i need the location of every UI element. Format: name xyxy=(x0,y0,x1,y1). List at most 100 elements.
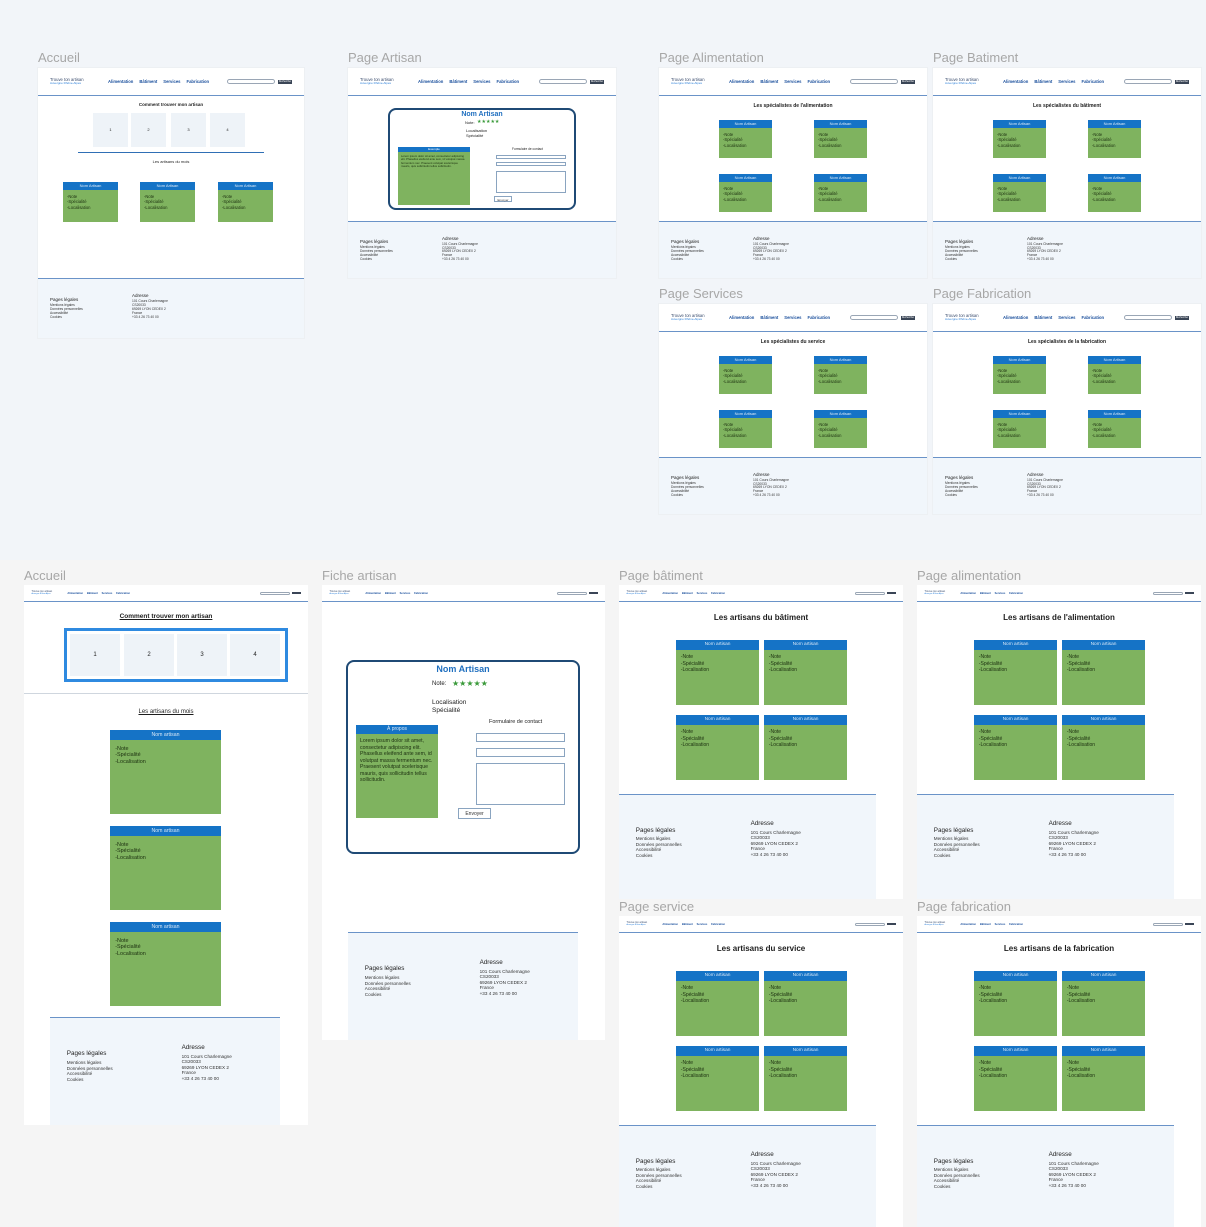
search-button[interactable]: Rechercher xyxy=(291,591,301,595)
nav-item-2[interactable]: Services xyxy=(697,923,708,926)
nav-item-2[interactable]: Services xyxy=(163,79,180,84)
contact-input[interactable] xyxy=(476,733,565,742)
artisan-card[interactable]: Nom artisan -Note -Spécialité -Localisati… xyxy=(764,971,847,1036)
artisan-card[interactable]: Nom artisan -Note -Spécialité -Localisati… xyxy=(974,640,1057,705)
artisan-card[interactable]: Nom artisan -Note -Spécialité -Localisati… xyxy=(676,1046,759,1111)
nav-item-1[interactable]: Bâtiment xyxy=(385,592,396,595)
artisan-card[interactable]: Nom artisan -Note -Spécialité -Localisati… xyxy=(1062,1046,1145,1111)
footer-legal-links[interactable]: Mentions légales Données personnelles Ac… xyxy=(671,245,704,262)
nav-item-1[interactable]: Bâtiment xyxy=(682,923,693,926)
artisan-card[interactable]: Nom artisan -Note -Spécialité -Localisati… xyxy=(974,971,1057,1036)
nav-item-0[interactable]: Alimentation xyxy=(67,592,83,595)
nav-item-2[interactable]: Services xyxy=(473,79,490,84)
search-button[interactable]: Rechercher xyxy=(886,591,896,595)
artisan-card[interactable]: Nom artisan -Note -Spécialité -Localisati… xyxy=(676,971,759,1036)
artisan-card[interactable]: Nom artisan -Note -Spécialité -Localisati… xyxy=(1062,640,1145,705)
footer-legal-links[interactable]: Mentions légales Données personnelles Ac… xyxy=(945,245,978,262)
nav-item-1[interactable]: Bâtiment xyxy=(760,315,778,320)
artisan-card[interactable]: Nom Artisan -Note -Spécialité -Localisati… xyxy=(1088,120,1141,158)
artisan-card[interactable]: Nom Artisan -Note -Spécialité -Localisati… xyxy=(814,356,867,394)
site-logo[interactable]: Trouve ton artisan Auvergne Rhône-Alpes xyxy=(945,77,1003,85)
artisan-card[interactable]: Nom Artisan -Note -Spécialité -Localisati… xyxy=(993,120,1046,158)
footer-legal-links[interactable]: Mentions légales Données personnelles Ac… xyxy=(945,481,978,498)
search-input[interactable] xyxy=(557,591,588,595)
search-button[interactable]: Rechercher xyxy=(901,79,915,84)
site-logo[interactable]: Trouve ton artisan Auvergne Rhône-Alpes xyxy=(924,921,960,926)
site-logo[interactable]: Trouve ton artisan Auvergne Rhône-Alpes xyxy=(360,77,418,85)
send-button[interactable]: Envoyer xyxy=(494,196,512,202)
footer-legal-links[interactable]: Mentions légales Données personnelles Ac… xyxy=(671,481,704,498)
nav-item-0[interactable]: Alimentation xyxy=(1003,79,1028,84)
nav-item-0[interactable]: Alimentation xyxy=(960,592,976,595)
artisan-card[interactable]: Nom artisan -Note -Spécialité -Localisati… xyxy=(764,640,847,705)
nav-item-1[interactable]: Bâtiment xyxy=(1034,79,1052,84)
site-logo[interactable]: Trouve ton artisan Auvergne Rhône-Alpes xyxy=(329,590,365,595)
artisan-card[interactable]: Nom artisan -Note -Spécialité -Localisati… xyxy=(676,715,759,780)
artisan-card[interactable]: Nom Artisan -Note -Spécialité -Localisati… xyxy=(993,410,1046,448)
artisan-card[interactable]: Nom Artisan -Note -Spécialité -Localisati… xyxy=(1088,356,1141,394)
nav-item-3[interactable]: Fabrication xyxy=(1082,315,1105,320)
nav-item-3[interactable]: Fabrication xyxy=(187,79,210,84)
artisan-card[interactable]: Nom Artisan -Note -Spécialité -Localisati… xyxy=(140,182,195,222)
artisan-card[interactable]: Nom artisan -Note -Spécialité -Localisati… xyxy=(1062,971,1145,1036)
nav-item-3[interactable]: Fabrication xyxy=(497,79,520,84)
nav-item-3[interactable]: Fabrication xyxy=(808,79,831,84)
nav-item-1[interactable]: Bâtiment xyxy=(760,79,778,84)
search-input[interactable] xyxy=(1124,79,1172,84)
artisan-card[interactable]: Nom Artisan -Note -Spécialité -Localisati… xyxy=(993,174,1046,212)
artisan-card[interactable]: Nom artisan -Note -Spécialité -Localisati… xyxy=(1062,715,1145,780)
artisan-card[interactable]: Nom Artisan -Note -Spécialité -Localisati… xyxy=(218,182,273,222)
artisan-card[interactable]: Nom Artisan -Note -Spécialité -Localisati… xyxy=(719,174,772,212)
nav-item-3[interactable]: Fabrication xyxy=(711,923,725,926)
artisan-card[interactable]: Nom Artisan -Note -Spécialité -Localisati… xyxy=(814,410,867,448)
search-button[interactable]: Rechercher xyxy=(1184,591,1194,595)
footer-legal-links[interactable]: Mentions légales Données personnelles Ac… xyxy=(934,1167,980,1189)
search-input[interactable] xyxy=(850,315,898,320)
artisan-card[interactable]: Nom Artisan -Note -Spécialité -Localisati… xyxy=(719,120,772,158)
nav-item-1[interactable]: Bâtiment xyxy=(980,923,991,926)
artisan-card[interactable]: Nom Artisan -Note -Spécialité -Localisati… xyxy=(1088,410,1141,448)
nav-item-2[interactable]: Services xyxy=(400,592,411,595)
nav-item-2[interactable]: Services xyxy=(697,592,708,595)
contact-input[interactable] xyxy=(496,162,566,166)
nav-item-1[interactable]: Bâtiment xyxy=(682,592,693,595)
nav-item-0[interactable]: Alimentation xyxy=(662,592,678,595)
search-input[interactable] xyxy=(1153,922,1184,926)
nav-item-3[interactable]: Fabrication xyxy=(116,592,130,595)
site-logo[interactable]: Trouve ton artisan Auvergne Rhône-Alpes xyxy=(626,590,662,595)
nav-item-1[interactable]: Bâtiment xyxy=(449,79,467,84)
nav-item-2[interactable]: Services xyxy=(1058,315,1075,320)
search-button[interactable]: Rechercher xyxy=(588,591,598,595)
artisan-card[interactable]: Nom artisan -Note -Spécialité -Localisati… xyxy=(764,1046,847,1111)
contact-input[interactable] xyxy=(496,155,566,159)
contact-message[interactable] xyxy=(476,763,565,805)
search-input[interactable] xyxy=(539,79,587,84)
search-button[interactable]: Rechercher xyxy=(886,922,896,926)
contact-message[interactable] xyxy=(496,171,566,193)
artisan-card[interactable]: Nom Artisan -Note -Spécialité -Localisati… xyxy=(719,410,772,448)
send-button[interactable]: Envoyer xyxy=(458,808,491,819)
footer-legal-links[interactable]: Mentions légales Données personnelles Ac… xyxy=(636,836,682,858)
footer-legal-links[interactable]: Mentions légales Données personnelles Ac… xyxy=(360,245,393,262)
nav-item-0[interactable]: Alimentation xyxy=(729,315,754,320)
artisan-card[interactable]: Nom Artisan -Note -Spécialité -Localisati… xyxy=(1088,174,1141,212)
nav-item-1[interactable]: Bâtiment xyxy=(139,79,157,84)
artisan-card[interactable]: Nom artisan -Note -Spécialité -Localisati… xyxy=(974,715,1057,780)
search-button[interactable]: Rechercher xyxy=(1184,922,1194,926)
artisan-card[interactable]: Nom artisan -Note -Spécialité -Localisati… xyxy=(110,826,221,910)
artisan-card[interactable]: Nom artisan -Note -Spécialité -Localisati… xyxy=(110,922,221,1006)
nav-item-0[interactable]: Alimentation xyxy=(662,923,678,926)
footer-legal-links[interactable]: Mentions légales Données personnelles Ac… xyxy=(365,975,411,997)
nav-item-0[interactable]: Alimentation xyxy=(729,79,754,84)
artisan-card[interactable]: Nom Artisan -Note -Spécialité -Localisati… xyxy=(719,356,772,394)
site-logo[interactable]: Trouve ton artisan Auvergne Rhône-Alpes xyxy=(671,313,729,321)
nav-item-3[interactable]: Fabrication xyxy=(711,592,725,595)
nav-item-1[interactable]: Bâtiment xyxy=(1034,315,1052,320)
footer-legal-links[interactable]: Mentions légales Données personnelles Ac… xyxy=(50,303,83,320)
search-button[interactable]: Rechercher xyxy=(1175,315,1189,320)
artisan-card[interactable]: Nom Artisan -Note -Spécialité -Localisati… xyxy=(993,356,1046,394)
site-logo[interactable]: Trouve ton artisan Auvergne Rhône-Alpes xyxy=(924,590,960,595)
nav-item-2[interactable]: Services xyxy=(995,923,1006,926)
nav-item-3[interactable]: Fabrication xyxy=(1009,592,1023,595)
nav-item-0[interactable]: Alimentation xyxy=(365,592,381,595)
